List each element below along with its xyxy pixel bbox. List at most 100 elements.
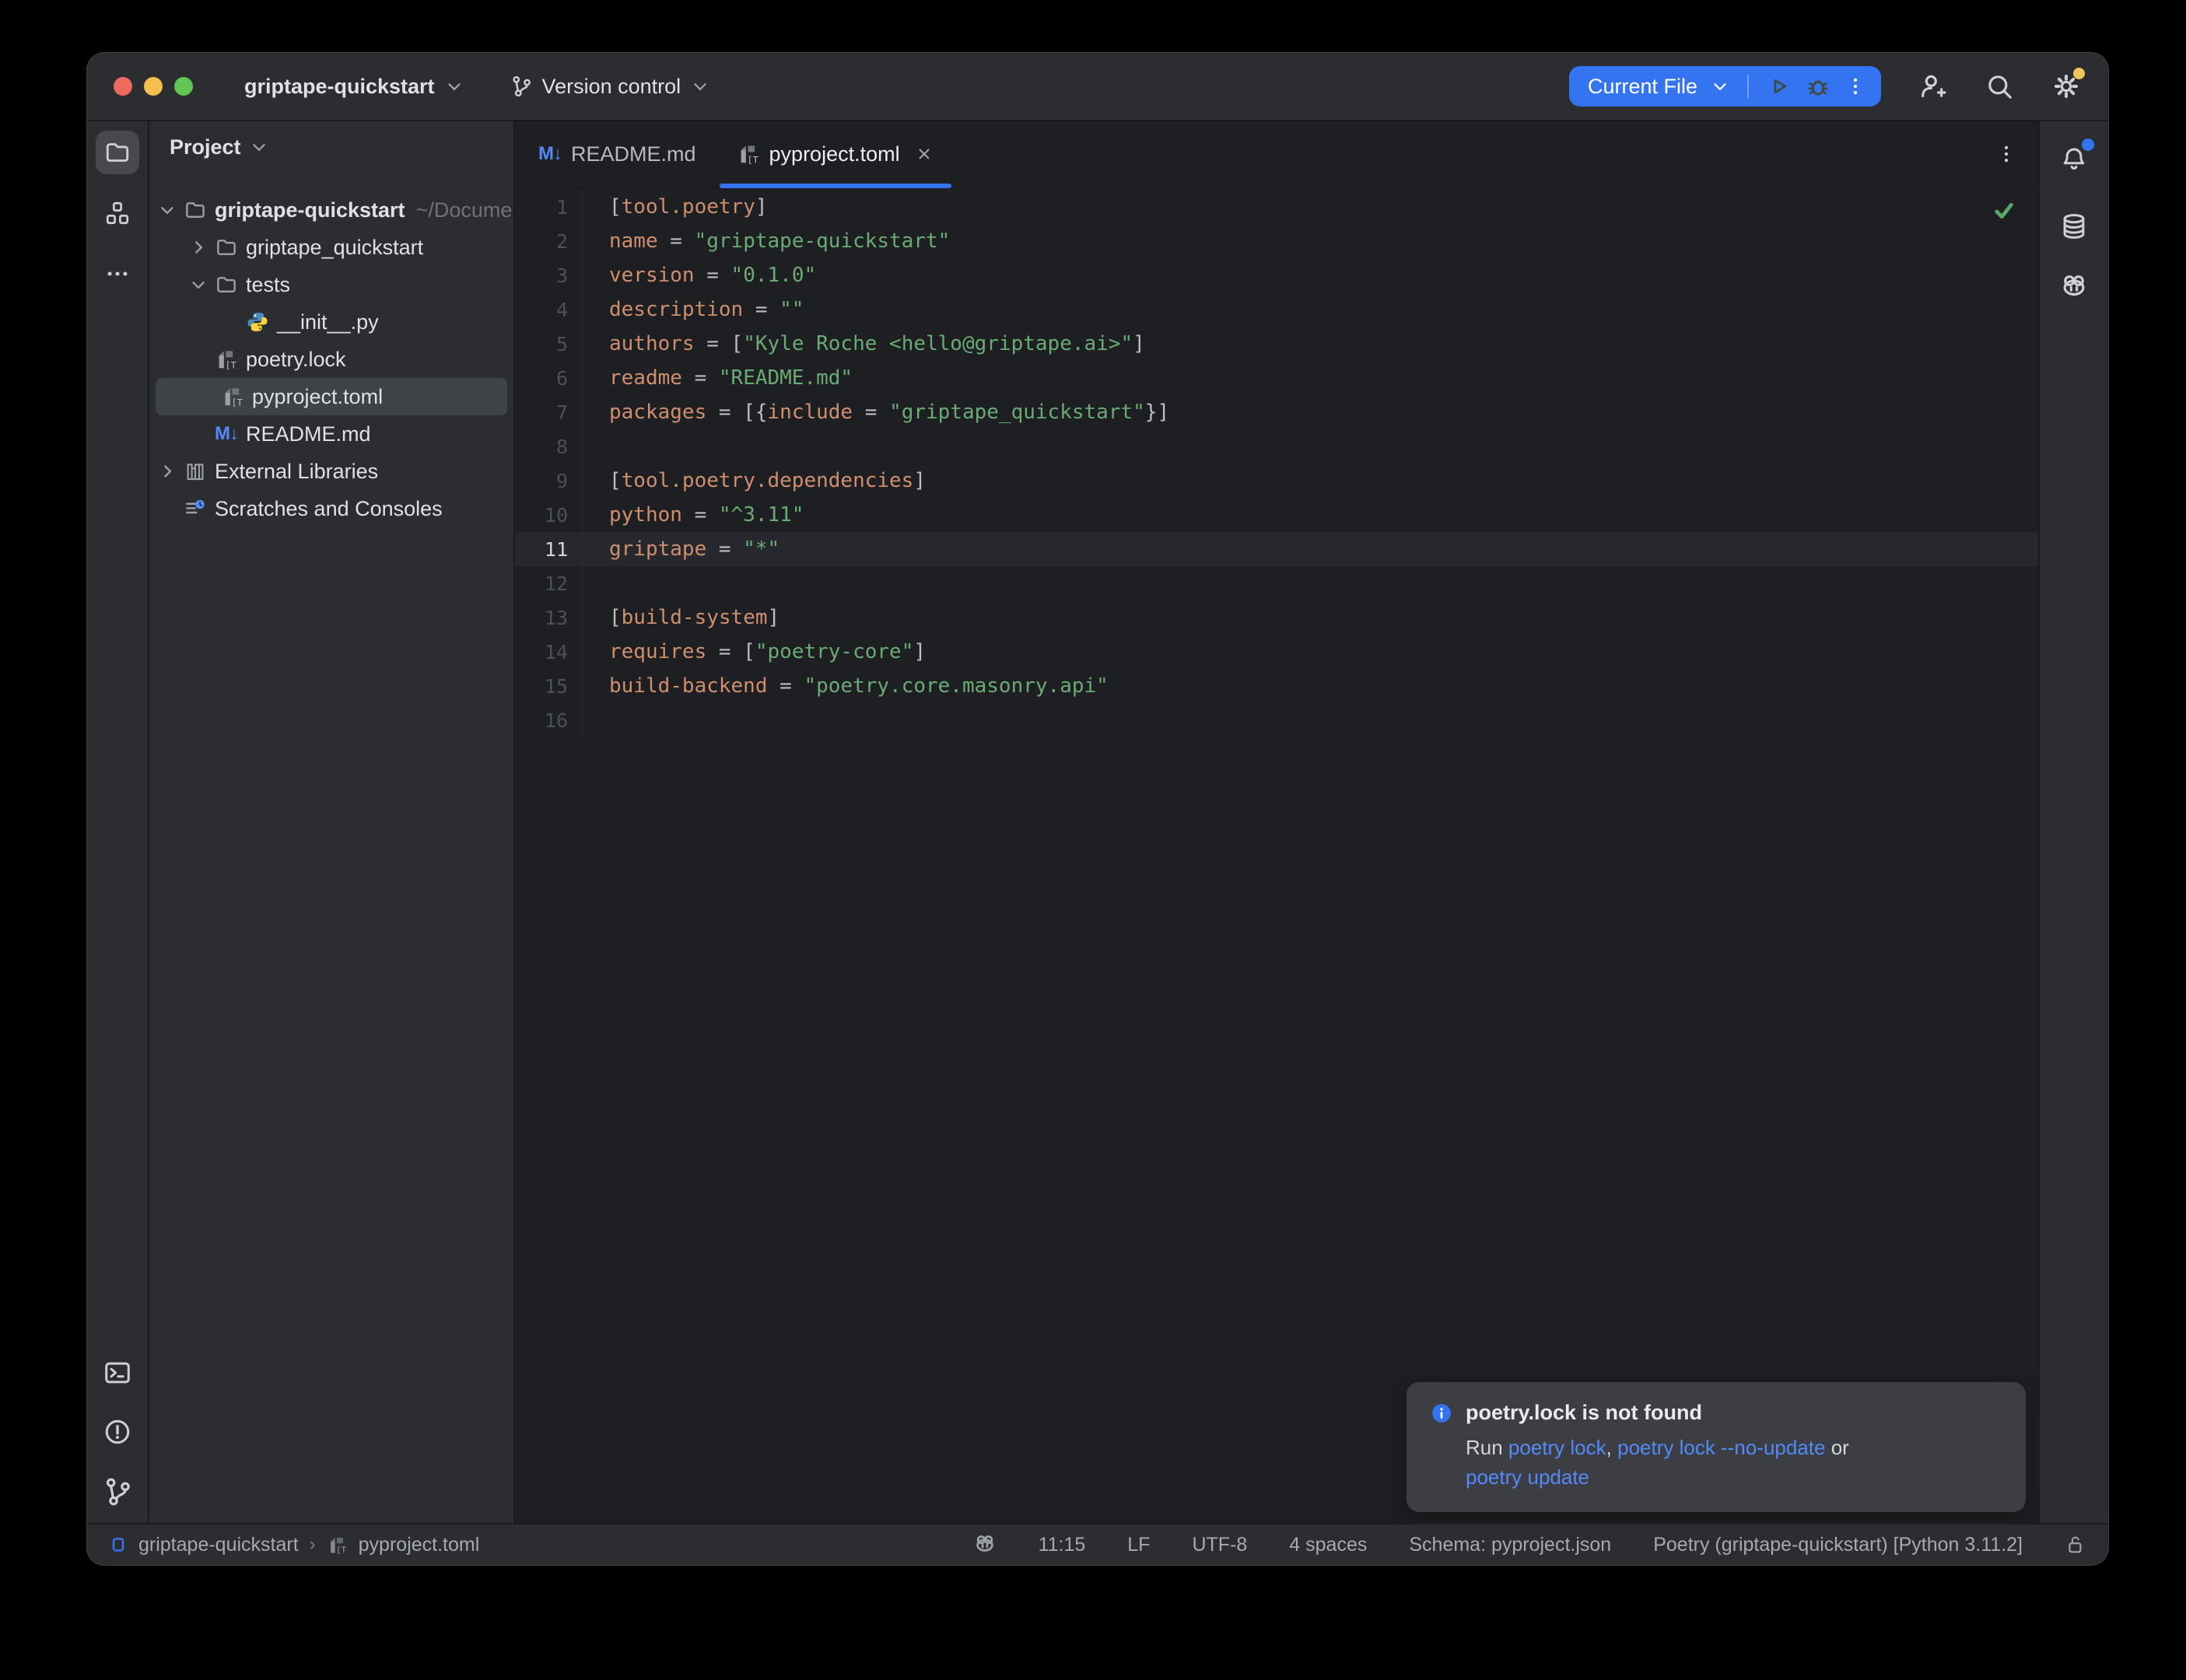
project-widget-label: griptape-quickstart — [244, 75, 435, 99]
code-editor[interactable]: 1[tool.poetry]2name = "griptape-quicksta… — [515, 188, 2038, 1523]
notification-text: , — [1606, 1436, 1617, 1459]
notification-title: poetry.lock is not found — [1466, 1401, 1702, 1425]
project-panel-header[interactable]: Project — [149, 121, 513, 173]
chevron-right-icon[interactable] — [156, 461, 179, 481]
tree-item-pyproject-toml[interactable]: [T]pyproject.toml — [156, 378, 507, 415]
code-line-1[interactable]: 1[tool.poetry] — [515, 190, 2038, 224]
notifications-bell-icon[interactable] — [2052, 137, 2096, 180]
tree-item-tests[interactable]: tests — [149, 266, 513, 303]
run-config-selector[interactable]: Current File — [1588, 75, 1697, 99]
settings-badge — [2073, 68, 2085, 79]
code-line-3[interactable]: 3version = "0.1.0" — [515, 258, 2038, 292]
unlock-icon[interactable] — [2065, 1534, 2086, 1556]
tab-options-kebab-icon[interactable] — [1995, 142, 2018, 166]
line-number: 14 — [515, 641, 582, 663]
left-toolbar-bottom — [102, 1358, 133, 1507]
notification-link-poetry-lock-no-update[interactable]: poetry lock --no-update — [1617, 1436, 1825, 1459]
debug-button[interactable] — [1805, 73, 1831, 100]
line-text: build-backend = "poetry.core.masonry.api… — [582, 669, 1109, 703]
vcs-widget[interactable]: Version control — [499, 65, 722, 108]
indent-style[interactable]: 4 spaces — [1289, 1534, 1367, 1556]
code-line-6[interactable]: 6readme = "README.md" — [515, 361, 2038, 395]
tree-item-path: ~/Docume — [416, 198, 513, 222]
more-tools-button[interactable] — [96, 252, 139, 296]
tab-pyproject[interactable]: [T] pyproject.toml — [716, 121, 955, 187]
toml-file-icon: [T] — [737, 142, 760, 166]
line-text: name = "griptape-quickstart" — [582, 224, 950, 258]
tab-readme-label: README.md — [571, 142, 696, 166]
caret-position[interactable]: 11:15 — [1039, 1534, 1086, 1556]
breadcrumb-file[interactable]: pyproject.toml — [359, 1534, 480, 1556]
tree-item-external-libraries[interactable]: External Libraries — [149, 453, 513, 490]
tree-item-griptape-quickstart[interactable]: griptape-quickstart~/Docume — [149, 191, 513, 229]
close-window-button[interactable] — [114, 77, 132, 96]
chevron-down-icon[interactable] — [1710, 76, 1730, 96]
problems-icon[interactable] — [103, 1417, 132, 1447]
project-tool-button[interactable] — [96, 131, 139, 174]
line-number: 1 — [515, 196, 582, 219]
vcs-widget-label: Version control — [542, 75, 681, 99]
run-button[interactable] — [1766, 73, 1792, 100]
line-text — [582, 703, 609, 737]
titlebar-right: Current File — [1569, 66, 2082, 107]
ai-assistant-status-icon[interactable] — [973, 1533, 997, 1556]
code-line-16[interactable]: 16 — [515, 703, 2038, 737]
tree-item-label: Scratches and Consoles — [215, 497, 443, 521]
terminal-icon[interactable] — [103, 1358, 132, 1388]
file-encoding[interactable]: UTF-8 — [1192, 1534, 1247, 1556]
notification-body: Run poetry lock, poetry lock --no-update… — [1466, 1433, 2002, 1492]
code-line-12[interactable]: 12 — [515, 566, 2038, 600]
schema-selector[interactable]: Schema: pyproject.json — [1409, 1534, 1611, 1556]
database-icon[interactable] — [2059, 212, 2089, 241]
line-separator[interactable]: LF — [1127, 1534, 1150, 1556]
search-icon[interactable] — [1984, 71, 2015, 102]
notification-text: or — [1825, 1436, 1848, 1459]
structure-tool-button[interactable] — [96, 191, 139, 235]
tree-item-readme-md[interactable]: M↓README.md — [149, 415, 513, 453]
tree-item-label: tests — [246, 273, 290, 297]
code-line-4[interactable]: 4description = "" — [515, 292, 2038, 327]
chevron-down-icon[interactable] — [187, 275, 210, 295]
tree-item-label: griptape_quickstart — [246, 236, 423, 260]
code-line-8[interactable]: 8 — [515, 429, 2038, 464]
code-line-2[interactable]: 2name = "griptape-quickstart" — [515, 224, 2038, 258]
svg-text:[T]: [T] — [336, 1545, 348, 1555]
code-line-7[interactable]: 7packages = [{include = "griptape_quicks… — [515, 395, 2038, 429]
markdown-glyph: M↓ — [215, 423, 238, 445]
notification-link-poetry-lock[interactable]: poetry lock — [1508, 1436, 1606, 1459]
code-line-15[interactable]: 15build-backend = "poetry.core.masonry.a… — [515, 669, 2038, 703]
minimize-window-button[interactable] — [144, 77, 163, 96]
zoom-window-button[interactable] — [174, 77, 193, 96]
tab-readme[interactable]: M↓ README.md — [518, 121, 716, 187]
editor-tabs: M↓ README.md [T] pyproject.toml — [515, 121, 2038, 188]
git-branch-icon[interactable] — [102, 1476, 133, 1507]
more-run-options-button[interactable] — [1844, 75, 1867, 98]
close-tab-icon[interactable] — [914, 144, 934, 164]
add-user-icon[interactable] — [1917, 71, 1948, 102]
tree-item-scratches-and-consoles[interactable]: Scratches and Consoles — [149, 490, 513, 527]
chevron-right-icon[interactable] — [187, 237, 210, 257]
ai-assistant-icon[interactable] — [2059, 272, 2089, 302]
code-line-5[interactable]: 5authors = ["Kyle Roche <hello@griptape.… — [515, 327, 2038, 361]
code-line-11[interactable]: 11griptape = "*" — [515, 532, 2038, 566]
code-line-10[interactable]: 10python = "^3.11" — [515, 498, 2038, 532]
project-widget[interactable]: griptape-quickstart — [233, 65, 475, 108]
code-line-13[interactable]: 13[build-system] — [515, 600, 2038, 635]
line-number: 11 — [515, 538, 582, 561]
tree-item--init-py[interactable]: __init__.py — [149, 303, 513, 341]
tree-item-poetry-lock[interactable]: [T]poetry.lock — [149, 341, 513, 378]
notification-link-poetry-update[interactable]: poetry update — [1466, 1465, 1589, 1489]
python-interpreter[interactable]: Poetry (griptape-quickstart) [Python 3.1… — [1653, 1534, 2023, 1556]
tree-item-label: pyproject.toml — [252, 385, 383, 409]
line-number: 12 — [515, 572, 582, 595]
settings-gear-icon[interactable] — [2051, 71, 2082, 102]
code-line-14[interactable]: 14requires = ["poetry-core"] — [515, 635, 2038, 669]
svg-text:[T]: [T] — [747, 154, 760, 165]
chevron-down-icon[interactable] — [156, 200, 179, 220]
tree-item-griptape-quickstart[interactable]: griptape_quickstart — [149, 229, 513, 266]
code-line-9[interactable]: 9[tool.poetry.dependencies] — [515, 464, 2038, 498]
breadcrumb-project[interactable]: griptape-quickstart — [138, 1534, 299, 1556]
inspection-ok-icon[interactable] — [1992, 198, 2016, 222]
project-panel: Project griptape-quickstart~/Docume gript… — [149, 121, 515, 1523]
structure-icon — [104, 200, 131, 226]
